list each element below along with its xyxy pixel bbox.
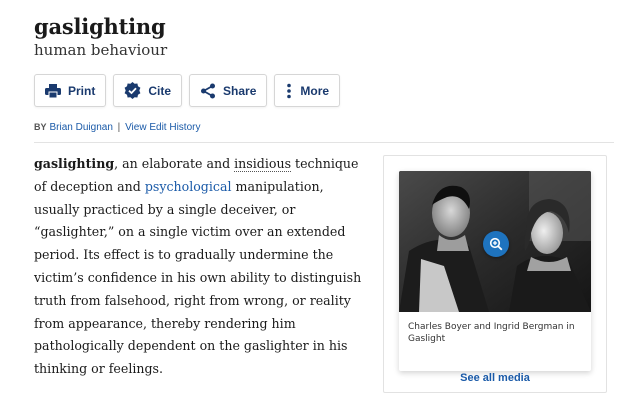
edit-history-link[interactable]: View Edit History (125, 122, 200, 133)
share-label: Share (223, 83, 257, 98)
see-all-media-link[interactable]: See all media (384, 372, 606, 384)
divider (34, 142, 614, 143)
byline-separator: | (117, 122, 121, 133)
article-text-1: , an elaborate and (114, 156, 235, 171)
media-caption: Charles Boyer and Ingrid Bergman in Gasl… (408, 322, 575, 344)
page-subtitle: human behaviour (34, 41, 168, 59)
more-button[interactable]: More (274, 74, 341, 107)
byline: BY Brian Duignan | View Edit History (34, 122, 200, 133)
cite-label: Cite (148, 83, 172, 98)
more-vertical-icon (285, 83, 293, 99)
more-label: More (300, 83, 330, 98)
share-button[interactable]: Share (189, 74, 268, 107)
insidious-definition-link[interactable]: insidious (234, 156, 292, 172)
zoom-in-icon[interactable] (483, 231, 509, 257)
share-icon (200, 83, 216, 99)
article-text-3: manipulation, usually practiced by a sin… (34, 178, 362, 377)
media-item[interactable]: Charles Boyer and Ingrid Bergman in Gasl… (399, 171, 591, 371)
article-body: gaslighting, an elaborate and insidious … (34, 153, 364, 381)
media-card: Charles Boyer and Ingrid Bergman in Gasl… (383, 155, 607, 393)
author-link[interactable]: Brian Duignan (50, 122, 113, 133)
article-term: gaslighting (34, 156, 115, 171)
gaslight-still-image[interactable] (399, 171, 591, 312)
print-button[interactable]: Print (34, 74, 107, 107)
byline-prefix: BY (34, 122, 47, 132)
cite-button[interactable]: Cite (113, 74, 183, 107)
page-title: gaslighting (34, 14, 166, 39)
action-toolbar: Print Cite Share More (34, 74, 341, 107)
print-label: Print (68, 83, 96, 98)
printer-icon (45, 83, 61, 98)
verified-badge-icon (124, 82, 141, 99)
psychological-link[interactable]: psychological (145, 179, 232, 194)
